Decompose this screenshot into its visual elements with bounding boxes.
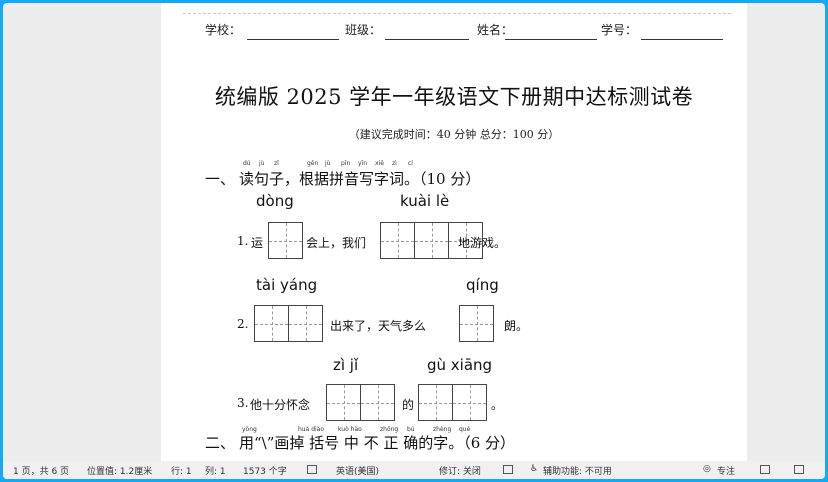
school-blank[interactable] xyxy=(247,39,339,40)
macro-icon[interactable] xyxy=(503,465,513,474)
q1-answer-grid-1[interactable] xyxy=(268,222,303,259)
print-layout-icon[interactable] xyxy=(760,465,770,474)
section2-number: 二、 xyxy=(205,434,236,452)
class-blank[interactable] xyxy=(385,39,469,40)
web-layout-icon[interactable] xyxy=(794,465,804,474)
q3-number: 3. xyxy=(237,396,249,410)
class-label: 班级： xyxy=(345,23,382,37)
pinyin-zi: zǐ xyxy=(274,160,279,167)
q2-pinyin-1: tài yáng xyxy=(256,276,318,294)
q1-text-3: 地游戏。 xyxy=(458,236,507,250)
status-language[interactable]: 英语(美国) xyxy=(336,464,379,477)
q3-pinyin-1: zì jǐ xyxy=(333,356,359,374)
q2-text-1: 出来了，天气多么 xyxy=(330,319,427,333)
q2-answer-grid-2[interactable] xyxy=(459,305,494,342)
pinyin-ju2: jù xyxy=(325,160,331,167)
q3-answer-grid-2[interactable] xyxy=(418,384,487,421)
q3-text-3: 。 xyxy=(491,398,504,412)
status-revision[interactable]: 修订: 关闭 xyxy=(439,464,481,477)
q1-pinyin-2: kuài lè xyxy=(400,192,450,210)
status-row[interactable]: 行: 1 xyxy=(171,464,192,477)
school-label: 学校： xyxy=(205,23,242,37)
page-subtitle: （建议完成时间：40 分钟 总分：100 分） xyxy=(348,128,560,141)
q1-text-1: 运 xyxy=(251,236,264,250)
status-accessibility[interactable]: 辅助功能: 不可用 xyxy=(543,464,612,477)
document-page: 学校： 班级： 姓名： 学号： 统编版 2025 学年一年级语文下册期中达标测试… xyxy=(161,3,747,461)
q2-text-2: 朗。 xyxy=(504,319,529,333)
pinyin-ci: cí xyxy=(408,160,413,167)
name-blank[interactable] xyxy=(505,39,597,40)
status-page[interactable]: 1 页，共 6 页 xyxy=(13,464,69,477)
q3-text-1: 他十分怀念 xyxy=(250,398,311,412)
q1-number: 1. xyxy=(237,234,249,248)
q1-pinyin-1: dòng xyxy=(256,192,294,210)
pinyin-zi2: zì xyxy=(392,160,397,167)
q3-answer-grid-1[interactable] xyxy=(326,384,395,421)
focus-icon[interactable]: ◎ xyxy=(703,464,711,474)
status-col[interactable]: 列: 1 xyxy=(205,464,226,477)
window: 学校： 班级： 姓名： 学号： 统编版 2025 学年一年级语文下册期中达标测试… xyxy=(3,3,825,479)
proofing-icon[interactable] xyxy=(307,465,317,474)
section2-heading: 用“\”画掉 括号 中 不 正 确的字。（6 分） xyxy=(239,434,516,452)
section1-number: 一、 xyxy=(205,170,236,188)
pinyin-gen: gēn xyxy=(307,160,319,167)
q2-number: 2. xyxy=(237,317,249,331)
pinyin-ju: jù xyxy=(259,160,265,167)
q1-text-2: 会上，我们 xyxy=(306,236,367,250)
pinyin-xie: xiě xyxy=(375,160,384,167)
pinyin-yin: yīn xyxy=(358,160,368,167)
name-label: 姓名： xyxy=(477,23,514,37)
pinyin-du: dú xyxy=(243,160,251,167)
section1-heading: 读句子，根据拼音写字词。（10 分） xyxy=(239,170,481,188)
status-bar: 1 页，共 6 页 位置值: 1.2厘米 行: 1 列: 1 1573 个字 英… xyxy=(3,461,825,479)
q3-pinyin-2: gù xiāng xyxy=(427,356,493,374)
status-focus[interactable]: 专注 xyxy=(717,464,735,477)
status-position[interactable]: 位置值: 1.2厘米 xyxy=(87,464,152,477)
status-char-count[interactable]: 1573 个字 xyxy=(243,464,287,477)
binding-line xyxy=(183,13,731,14)
q2-pinyin-2: qíng xyxy=(466,276,499,294)
pinyin-pin: pīn xyxy=(341,160,351,167)
number-blank[interactable] xyxy=(641,39,723,40)
q3-text-2: 的 xyxy=(402,398,415,412)
page-title: 统编版 2025 学年一年级语文下册期中达标测试卷 xyxy=(214,85,694,109)
number-label: 学号： xyxy=(601,23,638,37)
accessibility-icon[interactable]: ♿ xyxy=(530,464,538,474)
q2-answer-grid-1[interactable] xyxy=(254,305,323,342)
